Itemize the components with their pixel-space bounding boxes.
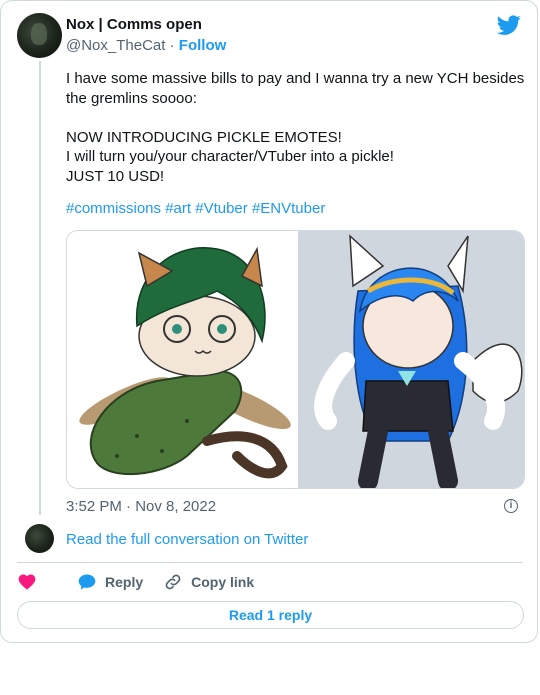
character-reference-image[interactable] xyxy=(298,231,524,488)
copy-link-button[interactable]: Copy link xyxy=(163,572,254,592)
link-icon xyxy=(165,574,181,590)
follow-link[interactable]: Follow xyxy=(179,37,227,54)
hashtag-link[interactable]: #Vtuber xyxy=(195,200,248,217)
author-name[interactable]: Nox | Comms open xyxy=(66,16,202,33)
hashtag-link[interactable]: #commissions xyxy=(66,200,161,217)
author-avatar[interactable] xyxy=(17,13,62,58)
author-handle-row: @Nox_TheCat · Follow xyxy=(66,37,226,54)
hashtag-link[interactable]: #ENVtuber xyxy=(252,200,325,217)
conversation-avatar[interactable] xyxy=(25,524,54,553)
copy-link-label: Copy link xyxy=(191,574,255,590)
media-grid[interactable] xyxy=(66,230,525,489)
tweet-text: I have some massive bills to pay and I w… xyxy=(66,70,525,185)
info-icon[interactable]: i xyxy=(504,499,518,513)
read-replies-button[interactable]: Read 1 reply xyxy=(17,601,524,629)
tweet-card: Nox | Comms open @Nox_TheCat · Follow I … xyxy=(0,0,538,643)
action-bar: Reply Copy link xyxy=(17,572,274,592)
tweet-timestamp[interactable]: 3:52 PM · Nov 8, 2022 xyxy=(66,498,216,515)
read-conversation-link[interactable]: Read the full conversation on Twitter xyxy=(66,531,308,548)
separator-dot: · xyxy=(169,37,175,54)
twitter-bird-icon[interactable] xyxy=(497,13,521,37)
like-button[interactable] xyxy=(17,572,45,592)
divider xyxy=(17,562,523,563)
thread-line xyxy=(39,61,41,515)
speech-bubble-icon xyxy=(78,574,96,590)
hashtags: #commissions #art #Vtuber #ENVtuber xyxy=(66,200,325,217)
author-handle[interactable]: @Nox_TheCat xyxy=(66,37,165,54)
pickle-emote-image[interactable] xyxy=(67,231,297,488)
hashtag-link[interactable]: #art xyxy=(165,200,191,217)
reply-label: Reply xyxy=(105,574,144,590)
reply-button[interactable]: Reply xyxy=(77,572,143,592)
heart-icon xyxy=(18,574,36,590)
